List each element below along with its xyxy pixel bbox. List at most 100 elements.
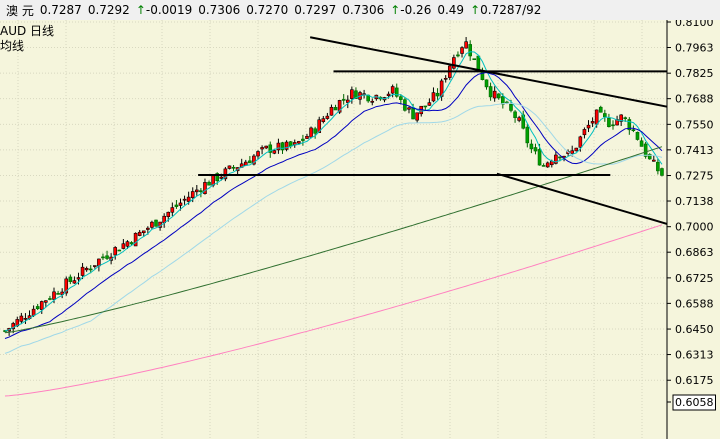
candle-up [141,230,146,233]
candle-down [313,128,317,134]
candle-down [533,147,538,152]
candle-up [137,231,142,236]
candle-up [452,57,456,69]
quote-percent: -0.26 [400,3,432,17]
candle-up [23,318,28,320]
candle-up [545,162,550,168]
candle-up [113,247,118,256]
candle-up [370,100,375,103]
candle-down [509,103,513,111]
candle-down [598,106,603,113]
candle-down [484,79,489,88]
price-tick-label: 0.6175 [675,374,714,387]
price-tick-label: 0.7963 [675,41,714,54]
candle-up [133,232,138,247]
candle-up [121,243,126,249]
candle-down [639,140,644,147]
candle-down [199,190,203,193]
chart-window: 澳 元 0.7287 0.7292 ↑ -0.0019 0.7306 0.727… [0,0,720,439]
candle-up [492,90,497,99]
price-tick-label: 0.6058 [675,396,714,409]
candle-down [513,111,517,118]
price-tick-label: 0.8100 [675,20,714,29]
candle-up [570,150,574,154]
candle-up [84,268,89,271]
candle-up [276,142,281,151]
candle-down [435,92,440,97]
candle-down [88,268,93,271]
candle-down [529,143,534,150]
quote-value-4: 0.7306 [342,3,385,17]
candle-up [125,241,130,247]
arrow-up-icon: ↑ [470,3,481,17]
candle-down [558,156,562,159]
plot-area [0,20,667,439]
candle-up [297,141,301,144]
quote-value-1: 0.7306 [198,3,241,17]
candle-down [68,276,73,282]
candle-up [582,129,587,136]
candle-up [178,202,183,206]
candle-up [19,315,24,322]
candle-down [248,160,252,164]
candle-up [150,221,154,228]
candle-down [207,181,211,186]
candle-up [260,147,264,150]
candle-up [415,112,419,121]
candle-down [117,249,122,252]
price-tick-label: 0.7275 [675,170,714,183]
price-tick-label: 0.7000 [675,221,714,234]
candle-down [635,131,640,140]
candle-down [611,124,615,127]
price-tick-label: 0.7413 [675,144,714,157]
candle-down [333,107,338,111]
candle-up [146,227,150,230]
candle-down [525,126,530,144]
arrow-up-icon: ↑ [135,3,146,17]
candle-down [411,107,415,120]
price-tick-label: 0.6863 [675,246,714,259]
candle-down [231,166,236,169]
candle-up [195,189,199,193]
candle-up [386,93,391,97]
price-chart: 0.8100 0.7963 0.7825 0.7688 0.7550 0.7413 0.72… [0,20,720,439]
quote-value-3: 0.7297 [294,3,337,17]
price-tick-label: 0.6313 [675,349,714,362]
candle-up [39,301,44,310]
candle-down [643,143,648,157]
candle-up [651,159,656,162]
candle-down [35,306,40,310]
price-tick-label: 0.7550 [675,118,714,131]
quote-bid-ask: 0.7287/92 [480,3,542,17]
candle-up [80,266,85,276]
candle-up [305,135,309,139]
candle-up [272,150,277,154]
candle-down [48,298,52,300]
quote-change: -0.0019 [145,3,193,17]
candle-down [623,117,628,119]
price-tick-label: 0.6725 [675,272,714,285]
candle-up [76,277,81,280]
arrow-up-icon: ↑ [390,3,401,17]
candle-up [309,127,313,138]
candle-down [174,204,179,207]
candle-up [31,308,36,316]
candle-up [578,136,583,148]
candle-down [541,165,546,167]
candle-down [468,44,472,57]
quote-header: 澳 元 0.7287 0.7292 ↑ -0.0019 0.7306 0.727… [0,0,720,21]
candle-up [72,280,77,284]
candle-down [480,70,485,80]
candle-up [321,118,326,122]
candle-up [460,47,464,54]
candle-up [52,291,56,300]
candle-down [399,96,403,100]
ma-label: 均线 [0,39,25,53]
candle-up [390,86,395,94]
candle-up [211,174,215,186]
candle-up [443,77,448,80]
candle-up [427,102,432,106]
candle-up [256,151,260,157]
candle-up [586,124,591,129]
candle-up [219,176,224,179]
